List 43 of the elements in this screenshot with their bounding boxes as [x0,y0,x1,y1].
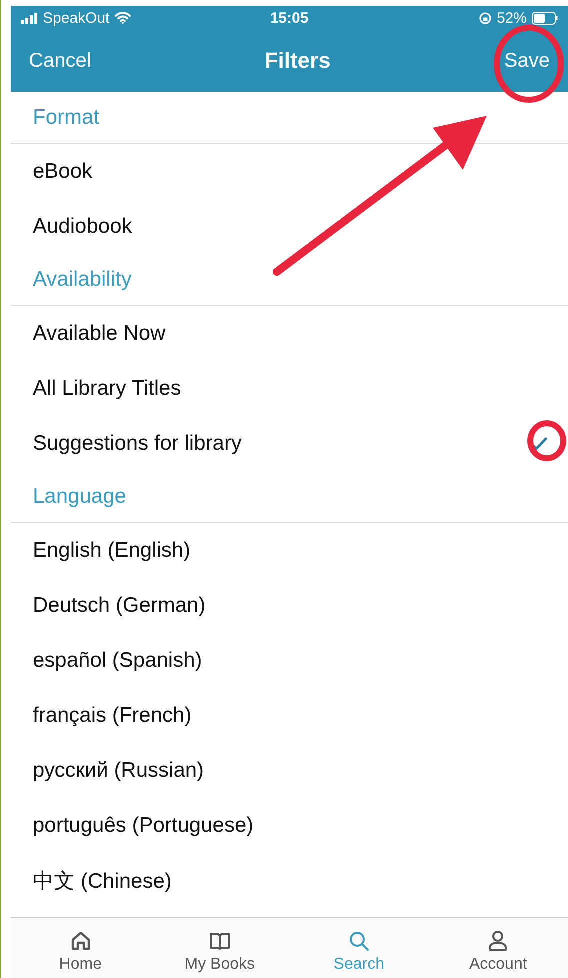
tab-item[interactable]: Account [438,918,558,978]
filter-option[interactable]: Deutsch (German) [11,578,568,633]
search-icon [348,930,370,952]
option-label: English (English) [33,538,191,562]
filter-option[interactable]: español (Spanish) [11,633,568,688]
option-label: 中文 (Chinese) [33,868,172,894]
clock-time: 15:05 [270,10,309,26]
option-label: Suggestions for library [33,432,242,456]
cancel-button[interactable]: Cancel [27,44,94,78]
book-icon [208,930,231,952]
option-label: All Library Titles [33,376,182,400]
section-header: Language [11,471,568,523]
option-label: eBook [33,160,93,184]
battery-percent: 52% [496,10,527,26]
filter-option[interactable]: eBook [11,144,568,199]
option-label: español (Spanish) [33,648,202,672]
home-icon [70,930,92,952]
filter-option[interactable]: All Library Titles [11,361,568,416]
filter-option[interactable]: English (English) [11,523,568,578]
option-label: Audiobook [33,214,132,238]
filter-option[interactable]: Suggestions for library [11,416,568,471]
section-header: Availability [11,254,568,306]
option-label: русский (Russian) [33,758,204,782]
tab-item[interactable]: Home [20,918,141,978]
signal-icon [21,12,38,24]
annotation-circle [527,420,567,462]
page-title: Filters [264,48,331,74]
wifi-icon [114,12,131,24]
battery-icon [532,12,558,24]
option-label: Deutsch (German) [33,594,206,618]
option-label: português (Portuguese) [33,814,254,838]
rotation-lock-icon [478,12,492,24]
option-label: français (French) [33,704,192,728]
filter-option[interactable]: Audiobook [11,199,568,254]
tab-item[interactable]: My Books [160,918,280,978]
carrier-name: SpeakOut [43,10,110,26]
filter-option[interactable]: Available Now [11,306,568,361]
option-label: Available Now [33,322,166,346]
filter-option[interactable]: русский (Russian) [11,743,568,798]
filter-option[interactable]: français (French) [11,688,568,743]
filter-option[interactable]: 中文 (Chinese) [11,853,568,908]
person-icon [487,930,510,952]
filter-option[interactable]: português (Portuguese) [11,798,568,853]
